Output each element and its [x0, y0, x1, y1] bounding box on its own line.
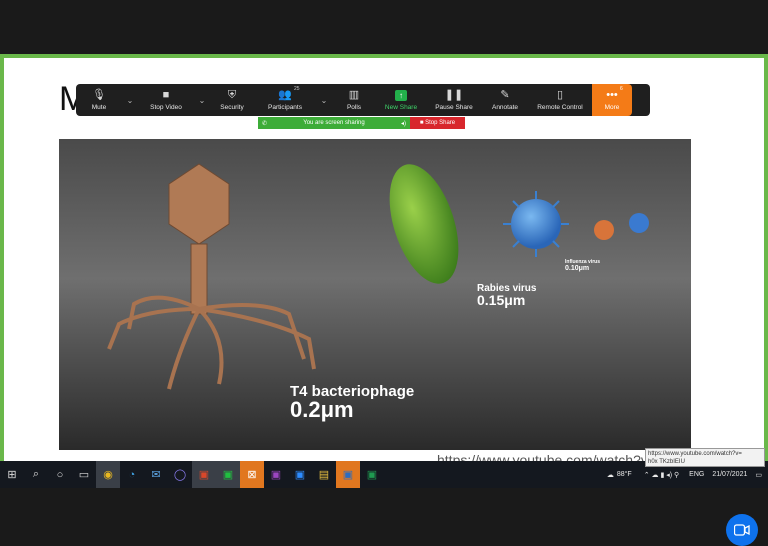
- audio-icon: ◂): [400, 120, 406, 127]
- more-badge: 6: [620, 86, 623, 92]
- stop-video-button[interactable]: ■ Stop Video: [138, 84, 194, 116]
- camera-icon: [734, 524, 750, 536]
- small-virus-shape: [629, 213, 649, 233]
- participants-options-caret[interactable]: ⌄: [316, 84, 332, 116]
- clock-date[interactable]: 21/07/2021: [712, 471, 747, 478]
- new-share-button[interactable]: ↑ New Share: [376, 84, 426, 116]
- temperature: 88°F: [616, 471, 632, 478]
- remote-control-button[interactable]: ▯ Remote Control: [528, 84, 592, 116]
- security-button[interactable]: ⛨ Security: [210, 84, 254, 116]
- screen-sharing-bar: ✆ You are screen sharing ◂) ■ Stop Share: [258, 117, 465, 129]
- link-tooltip: https://www.youtube.com/watch?v= h0x TKz…: [645, 448, 765, 467]
- pause-icon: ❚❚: [444, 89, 464, 101]
- pause-share-button[interactable]: ❚❚ Pause Share: [426, 84, 482, 116]
- app-icon[interactable]: ⊠: [240, 461, 264, 488]
- excel-icon[interactable]: ▣: [360, 461, 384, 488]
- influenza-size: 0.10μm: [565, 265, 590, 272]
- polls-button[interactable]: ▥ Polls: [332, 84, 376, 116]
- video-camera-icon: ■: [162, 89, 170, 101]
- search-icon[interactable]: ⌕: [24, 461, 48, 488]
- powerpoint-icon[interactable]: ▣: [192, 461, 216, 488]
- share-arrow-icon: ↑: [395, 89, 407, 101]
- task-view-icon[interactable]: ▭: [72, 461, 96, 488]
- mute-options-caret[interactable]: ⌄: [122, 84, 138, 116]
- annotate-button[interactable]: ✎ Annotate: [482, 84, 528, 116]
- mouse-icon: ▯: [556, 89, 564, 101]
- chrome-icon[interactable]: ◉: [96, 461, 120, 488]
- line-app-icon[interactable]: ▣: [216, 461, 240, 488]
- sharing-message: You are screen sharing: [303, 120, 365, 126]
- browser-icon[interactable]: ◯: [168, 461, 192, 488]
- language-indicator[interactable]: ENG: [689, 471, 704, 478]
- participants-icon: 👥: [278, 89, 292, 101]
- edge-icon[interactable]: ◔: [120, 461, 144, 488]
- sharing-status: ✆ You are screen sharing ◂): [258, 117, 410, 129]
- ellipsis-icon: •••: [606, 89, 618, 101]
- mail-icon[interactable]: ✉: [144, 461, 168, 488]
- more-button[interactable]: ••• 6 More: [592, 84, 632, 116]
- zoom-icon[interactable]: ▣: [288, 461, 312, 488]
- virus-scale-illustration: [59, 139, 691, 450]
- tray-icons[interactable]: ⌃ ☁ ▮ ◂) ⚲: [644, 471, 679, 479]
- participant-count: 25: [294, 86, 300, 92]
- participants-button[interactable]: 👥 25 Participants: [254, 84, 316, 116]
- video-frame: T4 bacteriophage 0.2μm Rabies virus 0.15…: [59, 139, 691, 450]
- pencil-icon: ✎: [500, 89, 510, 101]
- weather-icon: ☁: [606, 471, 614, 479]
- file-explorer-icon[interactable]: ▤: [312, 461, 336, 488]
- microphone-icon: 🎙: [92, 89, 106, 101]
- notification-icon[interactable]: ▭: [755, 471, 762, 479]
- influenza-virus-shape: [594, 220, 614, 240]
- video-options-caret[interactable]: ⌄: [194, 84, 210, 116]
- windows-start-icon[interactable]: ⊞: [0, 461, 24, 488]
- rabies-size: 0.15μm: [477, 292, 526, 308]
- video-camera-button[interactable]: [726, 514, 758, 546]
- bar-chart-icon: ▥: [348, 89, 360, 101]
- word-icon[interactable]: ▣: [336, 461, 360, 488]
- bacteriophage-size: 0.2μm: [290, 397, 354, 422]
- shield-icon: ⛨: [227, 89, 237, 101]
- cortana-icon[interactable]: ○: [48, 461, 72, 488]
- onenote-icon[interactable]: ▣: [264, 461, 288, 488]
- zoom-share-toolbar: 🎙 Mute ⌄ ■ Stop Video ⌄ ⛨ Security 👥 25 …: [76, 84, 650, 116]
- mute-button[interactable]: 🎙 Mute: [76, 84, 122, 116]
- stop-share-button[interactable]: ■ Stop Share: [410, 117, 465, 129]
